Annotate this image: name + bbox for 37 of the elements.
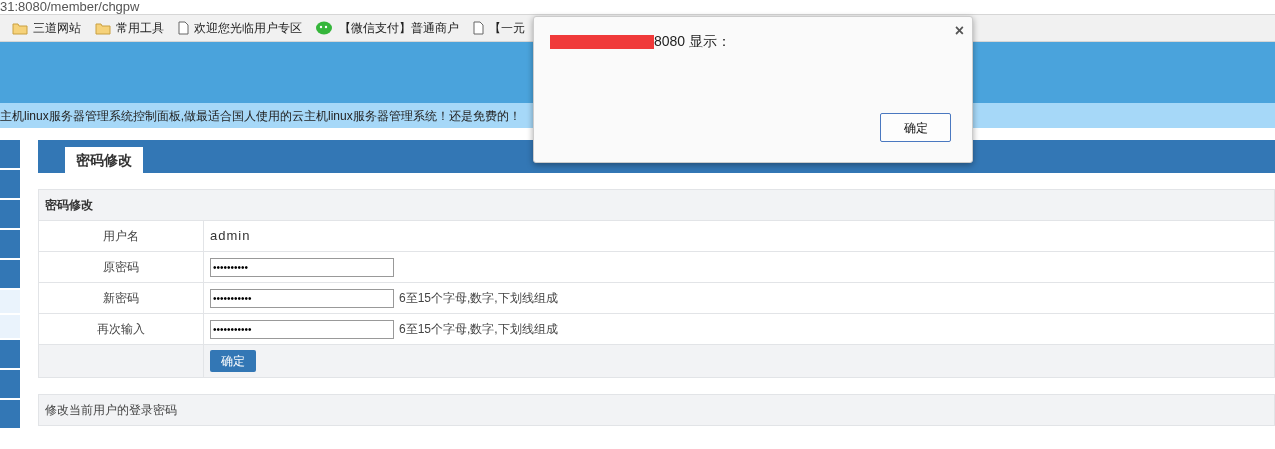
field-label: 新密码: [103, 290, 139, 307]
page-icon: [473, 21, 484, 35]
address-url[interactable]: 31:8080/member/chgpw: [0, 0, 140, 14]
sidebar-item[interactable]: [0, 370, 20, 398]
ok-button[interactable]: 确定: [880, 113, 951, 142]
dialog-title: 8080 显示：: [654, 32, 732, 51]
sidebar-item[interactable]: [0, 200, 20, 228]
folder-icon: [12, 21, 28, 35]
field-label: 原密码: [103, 259, 139, 276]
field-hint: 6至15个字母,数字,下划线组成: [399, 321, 558, 338]
password-field[interactable]: •••••••••••: [210, 319, 394, 339]
username-value: admin: [210, 227, 251, 246]
note-text: 修改当前用户的登录密码: [45, 402, 177, 419]
sidebar-item[interactable]: [0, 140, 20, 168]
page-icon: [178, 21, 189, 35]
sidebar-item[interactable]: [0, 340, 20, 368]
password-field[interactable]: ••••••••••: [210, 257, 394, 277]
bookmark-link[interactable]: 欢迎您光临用户专区: [194, 19, 302, 37]
bookmark-link[interactable]: 三道网站: [33, 19, 81, 37]
sidebar-item[interactable]: [0, 260, 20, 288]
field-label: 用户名: [103, 228, 139, 245]
submit-button[interactable]: 确定: [210, 350, 256, 372]
folder-icon: [95, 21, 111, 35]
sidebar-item[interactable]: [0, 230, 20, 258]
password-field[interactable]: •••••••••••: [210, 288, 394, 308]
field-hint: 6至15个字母,数字,下划线组成: [399, 290, 558, 307]
bookmark-link[interactable]: 【微信支付】普通商户: [339, 19, 459, 37]
sidebar-item[interactable]: [0, 400, 20, 428]
form-title: 密码修改: [45, 197, 93, 214]
banner-text: 主机linux服务器管理系统控制面板,做最适合国人使用的云主机linux服务器管理系统！还是免费的！: [0, 107, 521, 125]
field-label: 再次输入: [97, 321, 145, 338]
close-button[interactable]: ×: [954, 23, 964, 39]
bookmark-link[interactable]: 常用工具: [116, 19, 164, 37]
chat-bubble-icon: [316, 20, 334, 36]
tab[interactable]: 密码修改: [65, 147, 143, 173]
bookmark-link[interactable]: 【一元: [489, 19, 525, 37]
sidebar-item[interactable]: [0, 170, 20, 198]
